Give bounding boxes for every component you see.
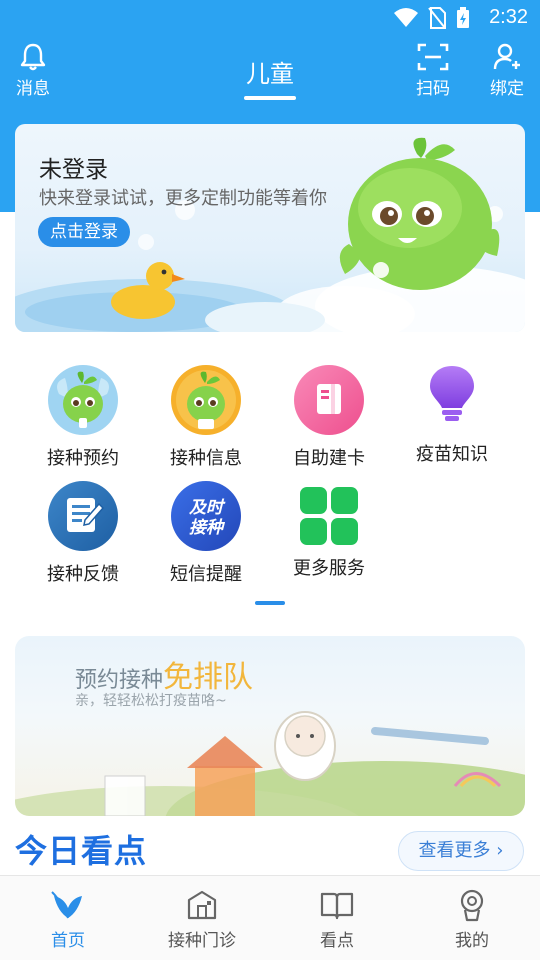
login-button[interactable]: 点击登录 xyxy=(38,217,130,247)
profile-icon xyxy=(460,889,484,922)
lightbulb-icon xyxy=(416,364,488,436)
badge-text-line2: 接种 xyxy=(189,518,226,538)
bind-label: 绑定 xyxy=(490,79,524,99)
grid-icon xyxy=(293,480,365,552)
card-icon xyxy=(293,364,365,436)
tab-label: 我的 xyxy=(455,931,489,951)
bottom-navigation: 首页 接种门诊 看点 我的 xyxy=(0,875,540,960)
tab-profile[interactable]: 我的 xyxy=(422,888,522,951)
tab-label: 接种门诊 xyxy=(168,931,236,951)
login-title: 未登录 xyxy=(39,157,108,183)
service-vaccination-appointment[interactable]: 接种预约 xyxy=(33,364,133,470)
status-time: 2:32 xyxy=(489,6,528,28)
service-vaccination-info[interactable]: 接种信息 xyxy=(156,364,256,470)
promo-banner[interactable]: 预约接种免排队 亲，轻轻松松打疫苗咯~ xyxy=(15,636,525,816)
bind-button[interactable]: 绑定 xyxy=(477,42,537,99)
see-more-button[interactable]: 查看更多 › xyxy=(398,831,524,871)
book-icon xyxy=(320,892,354,920)
home-sprout-icon xyxy=(51,891,82,919)
tab-highlights[interactable]: 看点 xyxy=(287,888,387,951)
service-label: 接种反馈 xyxy=(47,564,119,585)
add-user-icon xyxy=(493,43,520,70)
badge-text-line1: 及时 xyxy=(189,498,226,518)
scan-label: 扫码 xyxy=(416,79,450,99)
no-sim-icon xyxy=(428,7,446,29)
promo-subtitle: 亲，轻轻松松打疫苗咯~ xyxy=(75,693,227,709)
wifi-icon xyxy=(394,8,418,27)
login-subtitle: 快来登录试试，更多定制功能等着你 xyxy=(39,188,327,209)
clinic-icon xyxy=(187,890,217,920)
service-more[interactable]: 更多服务 xyxy=(279,480,379,580)
feedback-icon xyxy=(47,480,119,552)
title-underline xyxy=(244,96,296,100)
battery-charging-icon xyxy=(457,7,469,28)
service-self-card[interactable]: 自助建卡 xyxy=(279,364,379,470)
service-vaccination-feedback[interactable]: 接种反馈 xyxy=(33,480,133,586)
status-icons xyxy=(394,7,470,29)
service-label: 自助建卡 xyxy=(293,448,365,469)
sprout-mascot-icon xyxy=(47,364,119,436)
service-label: 接种信息 xyxy=(170,448,242,469)
sms-reminder-icon: 及时 接种 xyxy=(170,480,242,552)
scan-icon xyxy=(417,43,449,71)
service-label: 接种预约 xyxy=(47,448,119,469)
service-vaccine-knowledge[interactable]: 疫苗知识 xyxy=(402,364,502,466)
sprout-mascot-icon xyxy=(339,137,500,290)
login-banner[interactable]: 未登录 快来登录试试，更多定制功能等着你 点击登录 xyxy=(15,124,525,332)
tab-clinic[interactable]: 接种门诊 xyxy=(152,888,252,951)
top-navigation: 消息 儿童 扫码 绑定 xyxy=(0,36,540,108)
tab-home[interactable]: 首页 xyxy=(18,888,118,951)
service-label: 更多服务 xyxy=(293,558,365,579)
today-section-title: 今日看点 xyxy=(15,832,148,870)
tab-label: 首页 xyxy=(51,931,85,951)
scan-button[interactable]: 扫码 xyxy=(403,42,463,99)
service-label: 短信提醒 xyxy=(170,564,242,585)
service-sms-reminder[interactable]: 及时 接种 短信提醒 xyxy=(156,480,256,586)
tab-label: 看点 xyxy=(320,931,354,951)
page-indicator xyxy=(255,601,285,605)
status-bar: 2:32 xyxy=(0,0,540,36)
sprout-mascot-orange-icon xyxy=(170,364,242,436)
service-label: 疫苗知识 xyxy=(416,444,488,465)
